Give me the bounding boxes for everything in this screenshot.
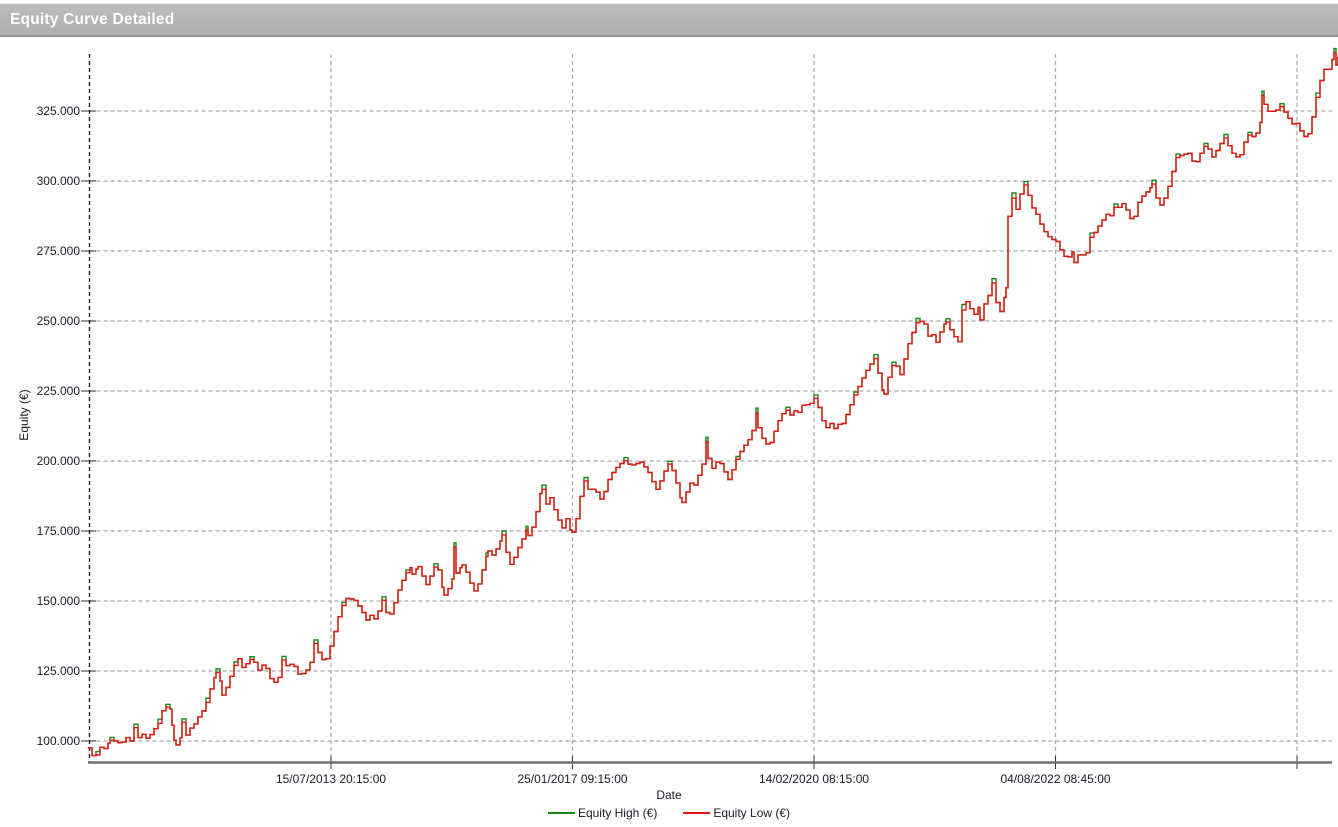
y-tick-label: 150.000 — [37, 594, 81, 608]
x-tick-label: 15/07/2013 20:15:00 — [276, 772, 386, 786]
legend-item-equity-high[interactable]: Equity High (€) — [548, 806, 657, 820]
x-axis-title: Date — [0, 788, 1338, 802]
legend-label-equity-high: Equity High (€) — [578, 806, 657, 820]
y-tick-label: 175.000 — [37, 524, 81, 538]
y-tick-label: 300.000 — [37, 174, 81, 188]
y-tick-label: 250.000 — [37, 314, 81, 328]
equity-curve-panel: Equity Curve Detailed 100.000125.000150.… — [0, 0, 1338, 827]
chart-legend: Equity High (€) Equity Low (€) — [0, 806, 1338, 820]
y-tick-label: 200.000 — [37, 454, 81, 468]
x-tick-label: 14/02/2020 08:15:00 — [759, 772, 869, 786]
y-tick-label: 125.000 — [37, 664, 81, 678]
equity-low-line-icon — [683, 812, 710, 814]
y-tick-label: 275.000 — [37, 244, 81, 258]
y-tick-label: 225.000 — [37, 384, 81, 398]
x-tick-label: 04/08/2022 08:45:00 — [1000, 772, 1110, 786]
legend-item-equity-low[interactable]: Equity Low (€) — [683, 806, 790, 820]
equity-low-series — [88, 53, 1338, 756]
y-tick-label: 325.000 — [37, 104, 81, 118]
y-tick-label: 100.000 — [37, 734, 81, 748]
y-axis-title: Equity (€) — [17, 375, 31, 455]
legend-label-equity-low: Equity Low (€) — [713, 806, 790, 820]
x-tick-label: 25/01/2017 09:15:00 — [517, 772, 627, 786]
equity-high-series — [88, 49, 1338, 756]
equity-chart-canvas[interactable]: 100.000 125.000 150.000 175.000 200.000 225.0… — [0, 0, 1338, 790]
equity-high-line-icon — [548, 812, 575, 814]
